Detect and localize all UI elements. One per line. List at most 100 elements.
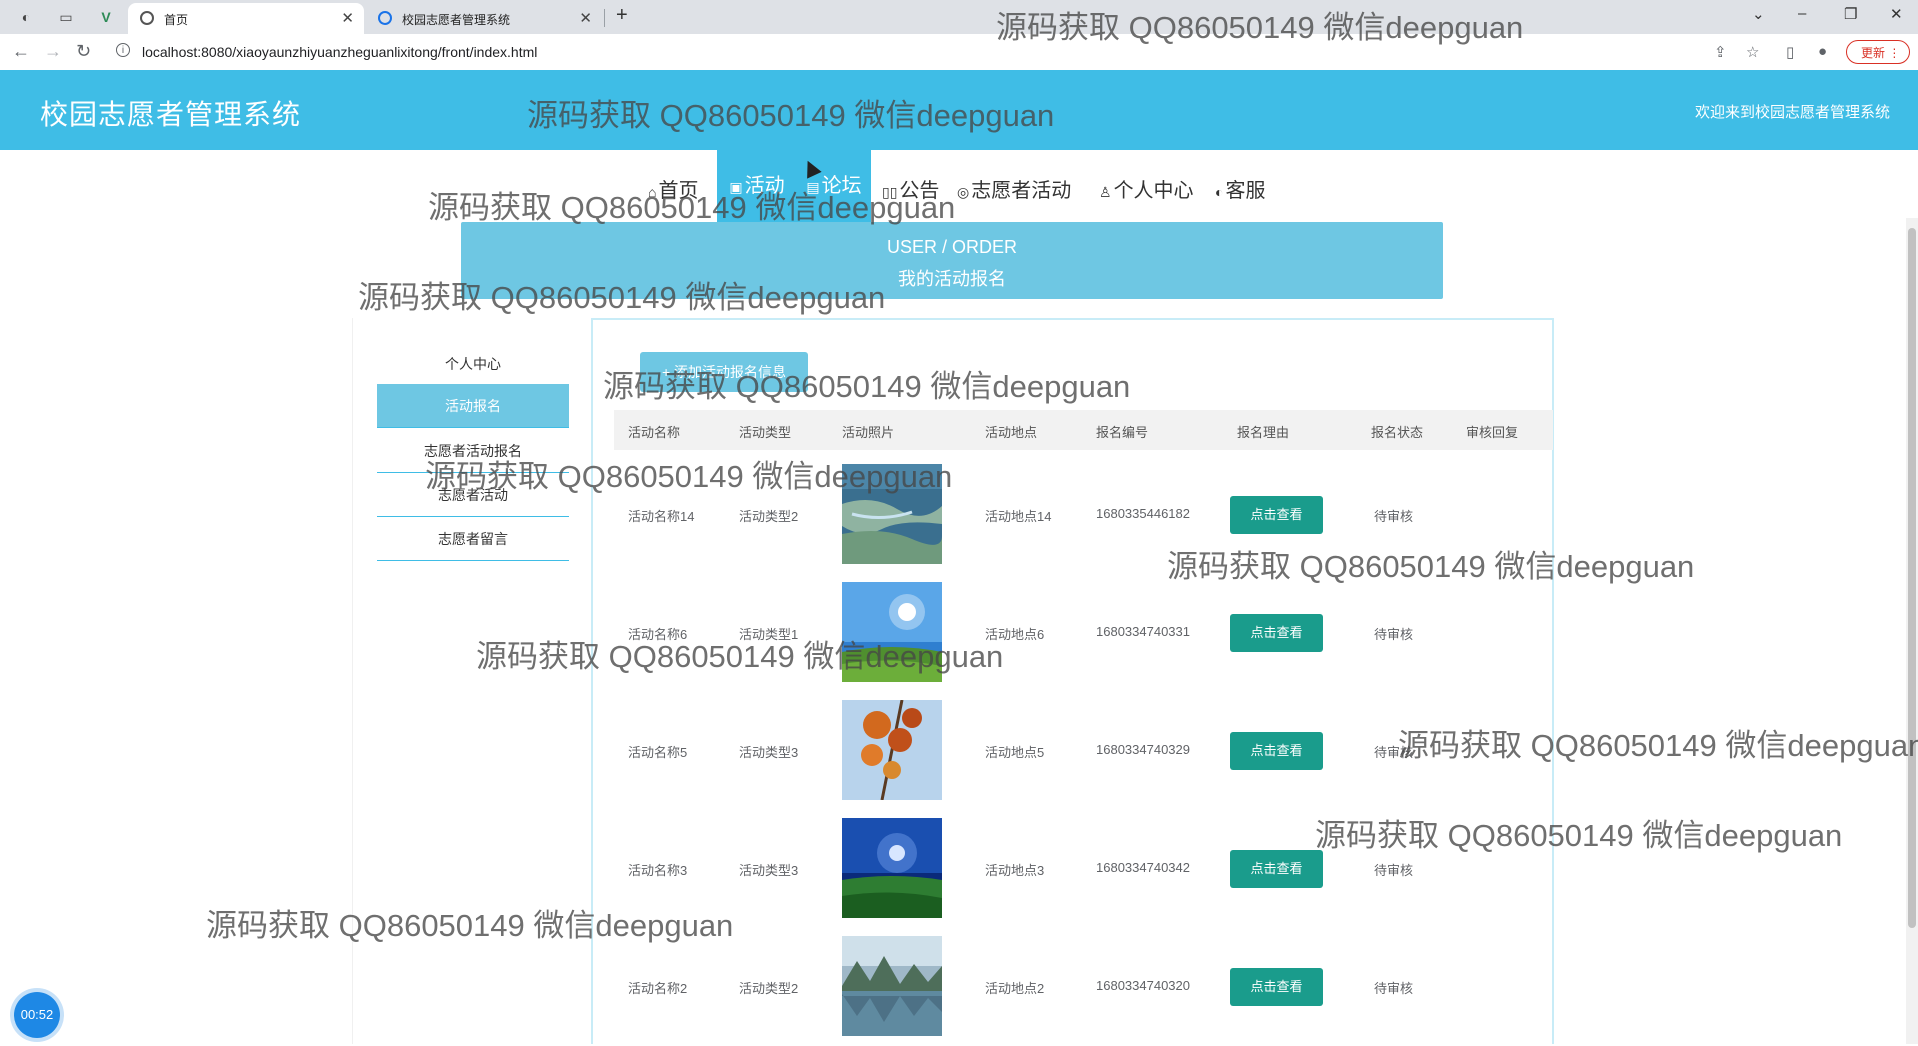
tab-list-icon[interactable]: ⌄ xyxy=(1752,5,1765,23)
nav-item-volunteer-activity[interactable]: ◎ 志愿者活动 xyxy=(957,174,1071,203)
activity-photo xyxy=(842,582,942,682)
cell-name: 活动名称3 xyxy=(628,863,688,878)
side-panel-icon[interactable]: ▯ xyxy=(1786,43,1794,61)
profile-icon[interactable]: ● xyxy=(1818,43,1827,60)
activity-photo xyxy=(842,700,942,800)
cell-place: 活动地点2 xyxy=(985,981,1045,996)
share-icon[interactable]: ⇪ xyxy=(1714,43,1727,61)
url-field[interactable]: i localhost:8080/xiaoyaunzhiyuanzheguanl… xyxy=(110,39,1810,65)
update-button[interactable]: 更新 ⋮ xyxy=(1846,40,1910,64)
close-icon[interactable]: ✕ xyxy=(341,9,354,27)
nav-item-home[interactable]: ⌂ 首页 xyxy=(648,174,698,203)
cell-status: 待审核 xyxy=(1374,981,1414,996)
cell-number: 1680334740320 xyxy=(1096,978,1190,993)
view-reason-button[interactable]: 点击查看 xyxy=(1230,968,1323,1006)
nav-item-activity[interactable]: ▣ 活动 xyxy=(717,150,797,222)
close-window-icon[interactable]: ✕ xyxy=(1890,5,1903,23)
back-icon[interactable]: ← xyxy=(12,41,30,62)
browser-tab-strip: ◐ ▭ V 首页 ✕ 校园志愿者管理系统 ✕ + ⌄ – ❐ ✕ xyxy=(0,0,1918,34)
cell-number: 1680334740329 xyxy=(1096,742,1190,757)
site-header: 校园志愿者管理系统 欢迎来到校园志愿者管理系统 xyxy=(0,70,1918,150)
banner-subtitle: USER / ORDER xyxy=(886,237,1018,257)
restore-icon[interactable]: ❐ xyxy=(1844,5,1857,23)
sidebar-item-personal-center[interactable]: 个人中心 xyxy=(377,342,569,386)
sidebar-item-activity-signup[interactable]: 活动报名 xyxy=(377,384,569,428)
reload-icon[interactable]: ↻ xyxy=(76,41,91,62)
site-title: 校园志愿者管理系统 xyxy=(40,99,302,130)
col-header: 活动照片 xyxy=(842,425,895,440)
col-header: 活动类型 xyxy=(739,425,792,440)
sidebar-item-volunteer-message[interactable]: 志愿者留言 xyxy=(377,517,569,561)
cell-place: 活动地点6 xyxy=(985,627,1045,642)
col-header: 活动地点 xyxy=(985,425,1038,440)
cell-type: 活动类型1 xyxy=(739,627,799,642)
url-text[interactable]: localhost:8080/xiaoyaunzhiyuanzheguanlix… xyxy=(142,44,537,60)
view-reason-button[interactable]: 点击查看 xyxy=(1230,614,1323,652)
cell-type: 活动类型2 xyxy=(739,981,799,996)
home-icon: ⌂ xyxy=(648,184,657,200)
browser-tab-system[interactable]: 校园志愿者管理系统 ✕ xyxy=(366,3,602,34)
nav-label: 公告 xyxy=(899,180,940,202)
recording-timer: 00:52 xyxy=(14,992,60,1038)
cell-type: 活动类型3 xyxy=(739,863,799,878)
nav-label: 志愿者活动 xyxy=(971,180,1072,202)
col-header: 报名状态 xyxy=(1371,425,1424,440)
globe-icon xyxy=(140,11,154,25)
vue-devtools-icon[interactable]: V xyxy=(96,7,116,27)
page-scrollbar[interactable] xyxy=(1906,218,1918,1044)
add-signup-button[interactable]: + 添加活动报名信息 xyxy=(640,352,808,392)
cell-type: 活动类型2 xyxy=(739,509,799,524)
tab-divider xyxy=(604,9,605,27)
cell-name: 活动名称5 xyxy=(628,745,688,760)
view-reason-button[interactable]: 点击查看 xyxy=(1230,850,1323,888)
cell-status: 待审核 xyxy=(1374,745,1414,760)
activity-photo xyxy=(842,936,942,1036)
minimize-icon[interactable]: – xyxy=(1798,5,1806,22)
nav-label: 论坛 xyxy=(821,175,862,197)
chat-icon: ▤ xyxy=(806,179,820,195)
sidebar-item-volunteer-activity[interactable]: 志愿者活动 xyxy=(377,473,569,517)
forward-icon[interactable]: → xyxy=(44,41,62,62)
nav-item-service[interactable]: ◐ 客服 xyxy=(1215,174,1265,203)
cell-status: 待审核 xyxy=(1374,509,1414,524)
view-reason-button[interactable]: 点击查看 xyxy=(1230,496,1323,534)
col-header: 报名理由 xyxy=(1237,425,1290,440)
nav-label: 首页 xyxy=(658,180,699,202)
cell-number: 1680334740342 xyxy=(1096,860,1190,875)
tab-group-icon[interactable]: ▭ xyxy=(56,7,76,27)
palette-icon: ◎ xyxy=(957,184,970,200)
sidebar-item-volunteer-signup[interactable]: 志愿者活动报名 xyxy=(377,429,569,473)
browser-tab-home[interactable]: 首页 ✕ xyxy=(128,3,364,34)
cell-number: 1680335446182 xyxy=(1096,506,1190,521)
table-header: 活动名称 活动类型 活动照片 活动地点 报名编号 报名理由 报名状态 审核回复 xyxy=(614,410,1553,450)
table-row: 活动名称5 活动类型3 活动地点5 1680334740329 点击查看 待审核 xyxy=(614,692,1553,810)
nav-item-personal-center[interactable]: ♙ 个人中心 xyxy=(1099,174,1194,203)
update-label: 更新 xyxy=(1861,46,1886,60)
view-reason-button[interactable]: 点击查看 xyxy=(1230,732,1323,770)
cell-type: 活动类型3 xyxy=(739,745,799,760)
close-icon[interactable]: ✕ xyxy=(579,9,592,27)
table-row: 活动名称6 活动类型1 活动地点6 1680334740331 点击查看 待审核 xyxy=(614,574,1553,692)
new-tab-icon[interactable]: + xyxy=(616,4,628,27)
nav-item-notice[interactable]: ▯▯ 公告 xyxy=(882,174,939,203)
cell-name: 活动名称6 xyxy=(628,627,688,642)
scrollbar-thumb[interactable] xyxy=(1908,228,1916,928)
info-icon[interactable]: i xyxy=(116,43,130,57)
nav-label: 客服 xyxy=(1225,180,1266,202)
banner-title: 我的活动报名 xyxy=(898,269,1006,289)
table-row: 活动名称3 活动类型3 活动地点3 1680334740342 点击查看 待审核 xyxy=(614,810,1553,928)
tab-search-icon[interactable]: ◐ xyxy=(16,7,36,27)
cell-status: 待审核 xyxy=(1374,863,1414,878)
nav-label: 活动 xyxy=(744,175,785,197)
main-nav: ⌂ 首页 ▣ 活动 ▤ 论坛 ▯▯ 公告 ◎ 志愿者活动 ♙ 个人中心 ◐ 客服 xyxy=(0,150,1918,222)
book-icon: ▯▯ xyxy=(882,184,898,200)
star-icon[interactable]: ☆ xyxy=(1746,43,1759,61)
cell-name: 活动名称2 xyxy=(628,981,688,996)
cell-place: 活动地点5 xyxy=(985,745,1045,760)
cell-name: 活动名称14 xyxy=(628,509,695,524)
table-row: 活动名称2 活动类型2 活动地点2 1680334740320 点击查看 待审核 xyxy=(614,928,1553,1046)
globe-icon xyxy=(378,11,392,25)
calendar-icon: ▣ xyxy=(729,179,743,195)
page-banner: USER / ORDER 我的活动报名 xyxy=(461,222,1443,299)
tab-title: 首页 xyxy=(164,13,189,27)
